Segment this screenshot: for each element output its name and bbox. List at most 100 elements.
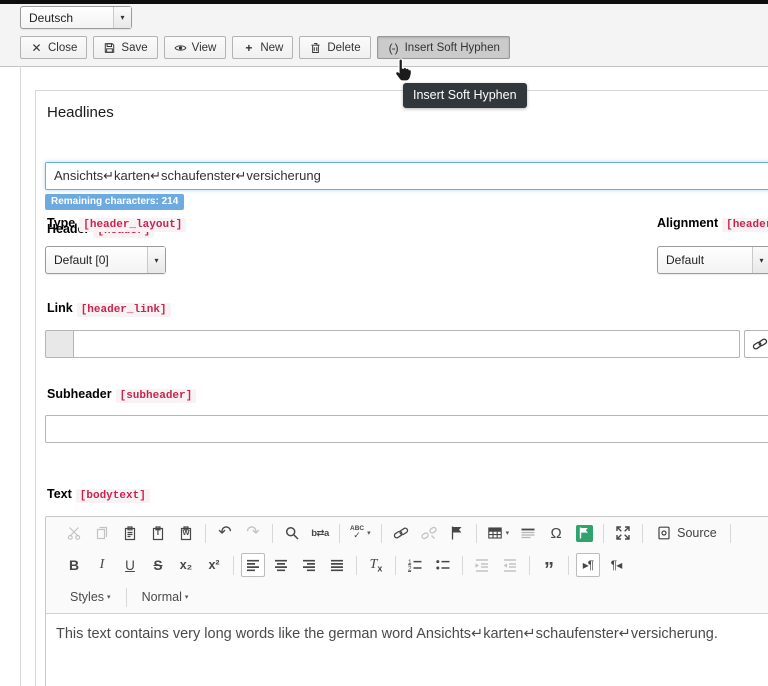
rte-soft-hyphen-button[interactable] (572, 521, 596, 545)
styles-label: Styles (70, 590, 104, 604)
rte-maximize-button[interactable] (611, 521, 635, 545)
view-button[interactable]: View (164, 36, 227, 59)
link-input[interactable] (73, 330, 740, 358)
header-input[interactable] (45, 162, 768, 190)
rte-strikethrough-button[interactable]: S (146, 553, 170, 577)
rte-text-direction-rtl-button[interactable]: ¶◂ (604, 553, 628, 577)
rte-undo-button[interactable]: ↶ (213, 521, 237, 545)
chevron-down-icon: ▾ (506, 529, 510, 537)
insert-soft-hyphen-button[interactable]: (-) Insert Soft Hyphen (377, 36, 510, 59)
doc-toolbar: ✕ Close Save View + New Delete (-) Inser… (20, 36, 510, 59)
rte-unlink-button[interactable] (417, 521, 441, 545)
rte-paragraph: This text contains very long words like … (56, 626, 718, 642)
rte-replace-button[interactable]: b⇄a (308, 521, 332, 545)
type-select-value: Default [0] (46, 253, 147, 267)
rte-copy-button[interactable] (90, 521, 114, 545)
scissors-icon (66, 525, 82, 541)
language-select[interactable]: Deutsch ▾ (20, 6, 132, 29)
rte-remove-format-button[interactable]: Tx (364, 553, 388, 577)
tooltip: Insert Soft Hyphen (403, 83, 527, 108)
rte-format-dropdown[interactable]: Normal ▾ (134, 585, 197, 609)
new-button[interactable]: + New (232, 36, 293, 59)
rte-spellcheck-button[interactable]: ABC ✓ ▾ (347, 521, 374, 545)
rte-styles-dropdown[interactable]: Styles ▾ (62, 585, 119, 609)
save-button[interactable]: Save (93, 36, 157, 59)
link-browser-button[interactable] (744, 330, 768, 358)
rte-paste-text-button[interactable]: T (146, 521, 170, 545)
rte-table-button[interactable]: ▾ (484, 521, 513, 545)
blockquote-icon: ” (544, 557, 554, 574)
rte-special-char-button[interactable]: Ω (544, 521, 568, 545)
rte-find-button[interactable] (280, 521, 304, 545)
green-flag-icon (576, 525, 593, 542)
rte-anchor-button[interactable] (445, 521, 469, 545)
source-label: Source (677, 526, 717, 540)
subheader-field-code: [subheader] (116, 389, 197, 403)
rte-align-center-button[interactable] (269, 553, 293, 577)
rte-italic-button[interactable]: I (90, 553, 114, 577)
rte-align-left-button[interactable] (241, 553, 265, 577)
type-select[interactable]: Default [0] ▾ (45, 246, 166, 274)
rte-outdent-button[interactable] (470, 553, 494, 577)
rte-redo-button[interactable]: ↷ (241, 521, 265, 545)
toolbar-separator (381, 524, 382, 543)
toolbar-separator (603, 524, 604, 543)
rte-indent-button[interactable] (498, 553, 522, 577)
rte-blockquote-button[interactable]: ” (537, 553, 561, 577)
chevron-down-icon: ▾ (185, 593, 189, 601)
chevron-down-icon: ▾ (107, 593, 111, 601)
close-button[interactable]: ✕ Close (20, 36, 87, 59)
toolbar-separator (642, 524, 643, 543)
type-field-code: [header_layout] (79, 218, 186, 232)
rte-content-area[interactable]: This text contains very long words like … (46, 613, 768, 686)
rte-justify-button[interactable] (325, 553, 349, 577)
chevron-down-icon: ▾ (113, 7, 131, 28)
omega-icon: Ω (551, 526, 562, 541)
rte-cut-button[interactable] (62, 521, 86, 545)
rte-superscript-button[interactable]: x² (202, 553, 226, 577)
rte-bold-button[interactable]: B (62, 553, 86, 577)
chevron-down-icon: ▾ (752, 247, 768, 273)
alignment-select-value: Default (658, 253, 752, 267)
rte-bullet-list-button[interactable] (431, 553, 455, 577)
align-justify-icon (329, 557, 345, 573)
rte-toolbar-row-2: B I U S x₂ x² Tx ” (46, 549, 768, 581)
rte-align-right-button[interactable] (297, 553, 321, 577)
undo-icon: ↶ (218, 525, 231, 541)
rte-subscript-button[interactable]: x₂ (174, 553, 198, 577)
save-label: Save (121, 42, 147, 54)
chevron-down-icon: ▾ (147, 247, 165, 273)
table-icon (487, 525, 503, 541)
rte-numbered-list-button[interactable] (403, 553, 427, 577)
rte-paste-word-button[interactable]: W (174, 521, 198, 545)
soft-hyphen-icon: (-) (387, 41, 400, 54)
alignment-label-text: Alignment (657, 216, 718, 230)
indent-icon (502, 557, 518, 573)
alignment-select[interactable]: Default ▾ (657, 246, 768, 274)
insert-soft-hyphen-label: Insert Soft Hyphen (405, 42, 500, 54)
rte-horizontal-rule-button[interactable] (516, 521, 540, 545)
toolbar-separator (529, 556, 530, 575)
align-left-icon (245, 557, 261, 573)
rte-paste-button[interactable] (118, 521, 142, 545)
rte-underline-button[interactable]: U (118, 553, 142, 577)
link-input-prefix (45, 330, 73, 358)
toolbar-separator (205, 524, 206, 543)
paste-text-icon: T (150, 525, 166, 541)
chevron-down-icon: ▾ (367, 529, 371, 537)
toolbar-separator (462, 556, 463, 575)
rte-link-button[interactable] (389, 521, 413, 545)
toolbar-separator (126, 588, 127, 607)
eye-icon (174, 41, 187, 54)
subheader-field-label: Subheader[subheader] (47, 387, 196, 402)
remaining-characters-badge: Remaining characters: 214 (45, 194, 184, 210)
delete-button[interactable]: Delete (299, 36, 370, 59)
unlink-icon (421, 525, 437, 541)
link-field-code: [header_link] (77, 303, 171, 317)
save-icon (103, 41, 116, 54)
toolbar-separator (339, 524, 340, 543)
numbered-list-icon (407, 557, 423, 573)
subheader-input[interactable] (45, 415, 768, 443)
rte-text-direction-ltr-button[interactable]: ▸¶ (576, 553, 600, 577)
rte-source-button[interactable]: Source (650, 521, 723, 545)
